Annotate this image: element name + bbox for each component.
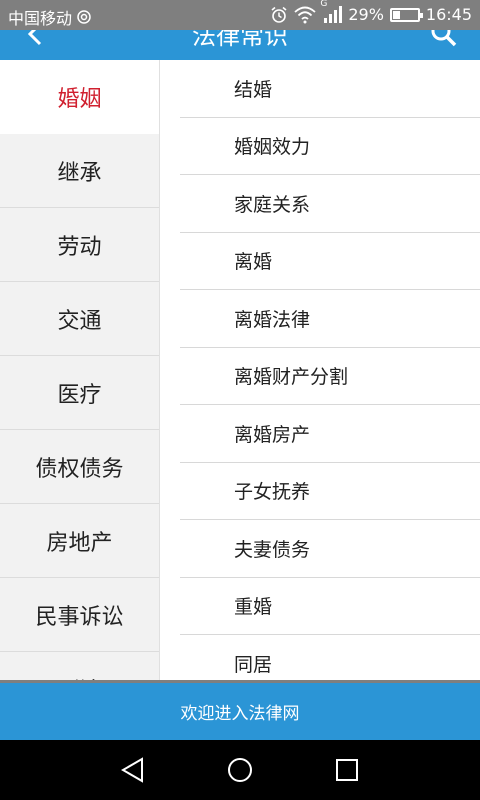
topic-label: 离婚房产 (234, 423, 311, 446)
topic-label: 夫妻债务 (234, 538, 311, 561)
status-left: 中国移动 (8, 5, 92, 29)
category-label: 婚姻 (57, 86, 102, 112)
category-label: 民事诉讼 (35, 604, 124, 630)
home-circle-icon[interactable] (225, 755, 255, 785)
category-item[interactable]: 债权债务 (0, 430, 159, 504)
topic-item[interactable]: 重婚 (180, 578, 480, 635)
banner-text: 欢迎进入法律网 (180, 704, 300, 724)
carrier-label: 中国移动 (8, 9, 73, 28)
topic-item[interactable]: 婚姻效力 (180, 118, 480, 175)
category-item[interactable]: 医疗 (0, 356, 159, 430)
topic-list: 结婚 婚姻效力 家庭关系 离婚 离婚法律 离婚财产分割 离婚房产 子女抚养 夫妻… (160, 60, 480, 680)
category-item[interactable]: 民事诉讼 (0, 578, 159, 652)
battery-percent: 29% (348, 5, 384, 24)
signal-icon: G (320, 0, 343, 24)
category-label: 交通 (57, 308, 102, 334)
category-item[interactable]: 刑法 (0, 652, 159, 681)
category-label: 继承 (57, 160, 102, 186)
app-header: 法律常识 (0, 30, 480, 60)
status-bar: 中国移动 G 29% 16:45 (0, 0, 480, 30)
topic-label: 离婚 (234, 251, 273, 274)
topic-item[interactable]: 家庭关系 (180, 175, 480, 233)
wifi-icon (294, 6, 316, 24)
signal-badge: G (320, 0, 328, 9)
topic-item[interactable]: 离婚财产分割 (180, 348, 480, 405)
topic-label: 结婚 (234, 78, 273, 101)
category-label: 刑法 (57, 673, 101, 681)
recents-square-icon[interactable] (332, 755, 362, 785)
topic-label: 婚姻效力 (234, 136, 311, 159)
welcome-banner[interactable]: 欢迎进入法律网 (0, 680, 480, 740)
page-title: 法律常识 (192, 30, 288, 50)
battery-icon (389, 7, 423, 22)
category-sidebar: 婚姻 继承 劳动 交通 医疗 债权债务 房地产 民事诉讼 刑法 (0, 60, 160, 680)
topic-label: 离婚财产分割 (234, 366, 349, 389)
alarm-icon (270, 6, 288, 24)
category-label: 房地产 (46, 530, 113, 556)
category-item[interactable]: 房地产 (0, 504, 159, 578)
category-label: 债权债务 (35, 456, 124, 482)
status-right: G 29% 16:45 (270, 0, 472, 24)
search-icon[interactable] (430, 30, 458, 48)
category-item[interactable]: 继承 (0, 134, 159, 208)
nfc-icon (76, 9, 92, 25)
category-item[interactable]: 交通 (0, 282, 159, 356)
clock: 16:45 (425, 5, 472, 24)
battery-fill (392, 10, 400, 19)
topic-label: 同居 (234, 653, 273, 676)
topic-item[interactable]: 离婚房产 (180, 405, 480, 463)
category-item[interactable]: 劳动 (0, 208, 159, 282)
topic-item[interactable]: 结婚 (180, 60, 480, 118)
back-triangle-icon[interactable] (118, 755, 148, 785)
topic-item[interactable]: 同居 (180, 635, 480, 680)
topic-item[interactable]: 夫妻债务 (180, 520, 480, 578)
topic-label: 重婚 (234, 596, 273, 619)
category-item[interactable]: 婚姻 (0, 60, 159, 134)
topic-label: 家庭关系 (234, 193, 311, 216)
category-label: 医疗 (57, 382, 102, 408)
topic-label: 子女抚养 (234, 481, 311, 504)
navigation-bar (0, 740, 480, 800)
topic-item[interactable]: 子女抚养 (180, 463, 480, 520)
topic-item[interactable]: 离婚 (180, 233, 480, 290)
topic-item[interactable]: 离婚法律 (180, 290, 480, 348)
category-label: 劳动 (57, 234, 102, 260)
topic-label: 离婚法律 (234, 308, 311, 331)
